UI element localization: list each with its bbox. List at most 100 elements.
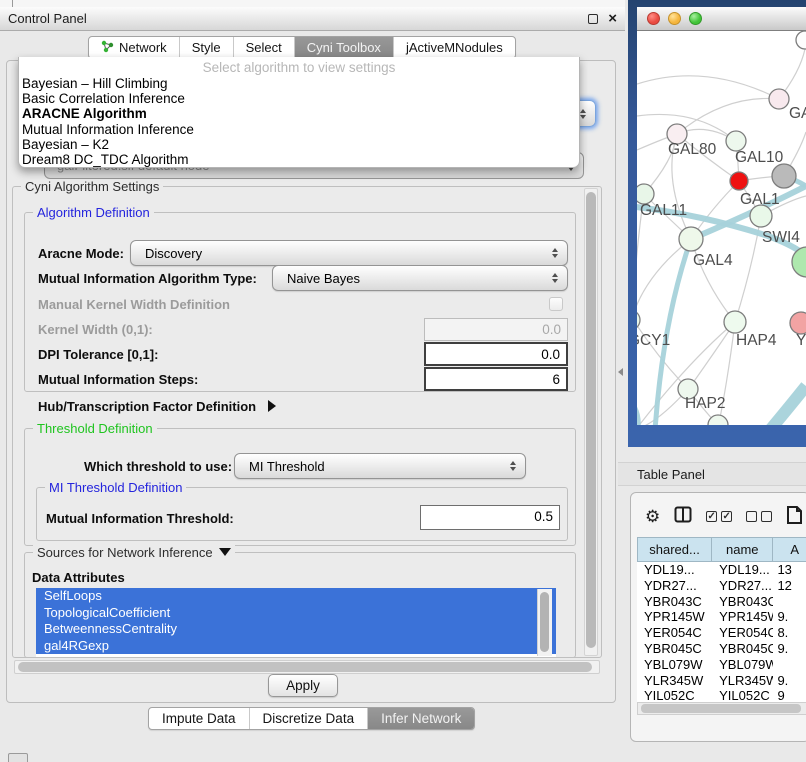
table-cell[interactable]: YER054C (637, 625, 712, 641)
dropdown-item-basic-correlation[interactable]: Basic Correlation Inference (19, 91, 579, 106)
panel-splitter-arrow[interactable] (618, 368, 623, 376)
dropdown-item-aracne[interactable]: ARACNE Algorithm (19, 106, 579, 121)
table-cell[interactable]: YER054C (712, 625, 773, 641)
table-cell[interactable]: YLR345W (712, 673, 773, 689)
network-node[interactable] (708, 415, 728, 425)
table-cell[interactable] (773, 657, 806, 673)
network-edge[interactable] (677, 98, 779, 134)
tab-style[interactable]: Style (180, 37, 234, 58)
table-cell[interactable] (773, 594, 806, 610)
window-close-button[interactable] (647, 12, 660, 25)
table-cell[interactable]: YBR043C (712, 594, 773, 610)
network-edge-highlighted[interactable] (637, 396, 638, 425)
tab-jactivemnodules[interactable]: jActiveMNodules (394, 37, 515, 58)
table-cell[interactable]: 13 (773, 562, 806, 578)
table-cell[interactable]: YBL079W (637, 657, 712, 673)
table-horizontal-scrollbar-thumb[interactable] (641, 704, 801, 713)
table-cell[interactable]: YBL079W (712, 657, 773, 673)
dpi-tolerance-field[interactable]: 0.0 (424, 342, 568, 366)
select-all-checkboxes-icon[interactable]: ✓✓ (706, 511, 732, 522)
table-cell[interactable]: YLR345W (637, 673, 712, 689)
network-node[interactable] (750, 205, 772, 227)
new-table-icon[interactable] (786, 505, 806, 528)
tab-discretize-data[interactable]: Discretize Data (250, 708, 369, 729)
attribute-item-gal4rgexp[interactable]: gal4RGexp (36, 638, 556, 655)
columns-icon[interactable] (674, 506, 692, 527)
mi-steps-field[interactable]: 6 (424, 367, 568, 391)
table-cell[interactable]: YDR27... (637, 578, 712, 594)
mi-threshold-field[interactable]: 0.5 (420, 505, 560, 530)
table-row[interactable]: YBR043CYBR043C (637, 594, 806, 610)
network-node[interactable] (637, 184, 654, 204)
tab-infer-network[interactable]: Infer Network (368, 708, 474, 729)
column-header-partial[interactable]: A (773, 537, 806, 562)
mi-algorithm-type-label: Mutual Information Algorithm Type: (38, 271, 257, 286)
network-node[interactable] (679, 227, 703, 251)
attribute-item-topologicalcoefficient[interactable]: TopologicalCoefficient (36, 605, 556, 622)
network-node[interactable] (730, 172, 748, 190)
table-cell[interactable]: YPR145W (712, 609, 773, 625)
network-node[interactable] (796, 31, 806, 49)
gear-icon[interactable]: ⚙ (645, 508, 660, 525)
table-cell[interactable]: 9. (773, 673, 806, 689)
table-cell[interactable]: 8. (773, 625, 806, 641)
table-cell[interactable]: YDR27... (712, 578, 773, 594)
table-row[interactable]: YBR045CYBR045C9. (637, 641, 806, 657)
table-row[interactable]: YDR27...YDR27...12 (637, 578, 806, 594)
aracne-mode-combo[interactable]: Discovery (130, 240, 568, 266)
tab-cyni-toolbox[interactable]: Cyni Toolbox (295, 37, 394, 58)
network-node[interactable] (792, 247, 806, 277)
hub-definition-disclosure[interactable]: Hub/Transcription Factor Definition (38, 399, 276, 414)
table-row[interactable]: YBL079WYBL079W (637, 657, 806, 673)
table-row[interactable]: YPR145WYPR145W9. (637, 609, 806, 625)
network-edge[interactable] (637, 76, 779, 99)
attributes-scrollbar-thumb[interactable] (540, 592, 549, 652)
network-node[interactable] (790, 312, 806, 334)
column-header-shared[interactable]: shared... (637, 537, 712, 562)
network-node[interactable] (724, 311, 746, 333)
network-node[interactable] (726, 131, 746, 151)
network-window-titlebar[interactable] (637, 7, 806, 31)
table-row[interactable]: YLR345WYLR345W9. (637, 673, 806, 689)
dropdown-item-bayesian-hill-climbing[interactable]: Bayesian – Hill Climbing (19, 76, 579, 91)
table-cell[interactable]: 9. (773, 609, 806, 625)
window-minimize-button[interactable] (668, 12, 681, 25)
attribute-item-selfloops[interactable]: SelfLoops (36, 588, 556, 605)
network-view-canvas[interactable]: GALGAL80GAL10GAL1GAL11SWI4GAL4GCY1HAP4YH… (637, 31, 806, 425)
network-edge-highlighted[interactable] (770, 386, 806, 425)
tab-impute-data[interactable]: Impute Data (149, 708, 250, 729)
table-row[interactable]: YER054CYER054C8. (637, 625, 806, 641)
network-edge[interactable] (690, 322, 735, 387)
table-row[interactable]: YDL19...YDL19...13 (637, 562, 806, 578)
table-cell[interactable]: YBR043C (637, 594, 712, 610)
network-node[interactable] (772, 164, 796, 188)
settings-vertical-scrollbar-thumb[interactable] (586, 192, 596, 648)
network-edge[interactable] (637, 239, 691, 318)
deselect-all-checkboxes-icon[interactable] (746, 511, 772, 522)
table-cell[interactable]: 12 (773, 578, 806, 594)
close-icon[interactable]: × (608, 14, 617, 24)
mi-algorithm-type-combo[interactable]: Naive Bayes (272, 265, 568, 291)
dropdown-item-mutual-information[interactable]: Mutual Information Inference (19, 122, 579, 137)
which-threshold-combo[interactable]: MI Threshold (234, 453, 526, 479)
network-node[interactable] (769, 89, 789, 109)
table-cell[interactable]: 9. (773, 641, 806, 657)
attribute-item-betweennesscentrality[interactable]: BetweennessCentrality (36, 621, 556, 638)
settings-horizontal-scrollbar-thumb[interactable] (18, 662, 592, 672)
dropdown-item-bayesian-k2[interactable]: Bayesian – K2 (19, 137, 579, 152)
table-cell[interactable]: YDL19... (712, 562, 773, 578)
float-window-icon[interactable] (588, 14, 598, 24)
table-cell[interactable]: YDL19... (637, 562, 712, 578)
window-zoom-button[interactable] (689, 12, 702, 25)
disclosure-down-icon[interactable] (219, 548, 231, 556)
table-cell[interactable]: YPR145W (637, 609, 712, 625)
table-cell[interactable]: YBR045C (712, 641, 773, 657)
apply-button[interactable]: Apply (268, 674, 338, 697)
dropdown-item-dream8[interactable]: Dream8 DC_TDC Algorithm (19, 152, 579, 167)
table-cell[interactable]: YBR045C (637, 641, 712, 657)
tab-select[interactable]: Select (234, 37, 295, 58)
column-header-name[interactable]: name (712, 537, 773, 562)
tab-network[interactable]: Network (89, 37, 180, 58)
manual-kernel-width-checkbox[interactable] (549, 297, 563, 311)
kernel-width-field[interactable]: 0.0 (424, 318, 568, 341)
